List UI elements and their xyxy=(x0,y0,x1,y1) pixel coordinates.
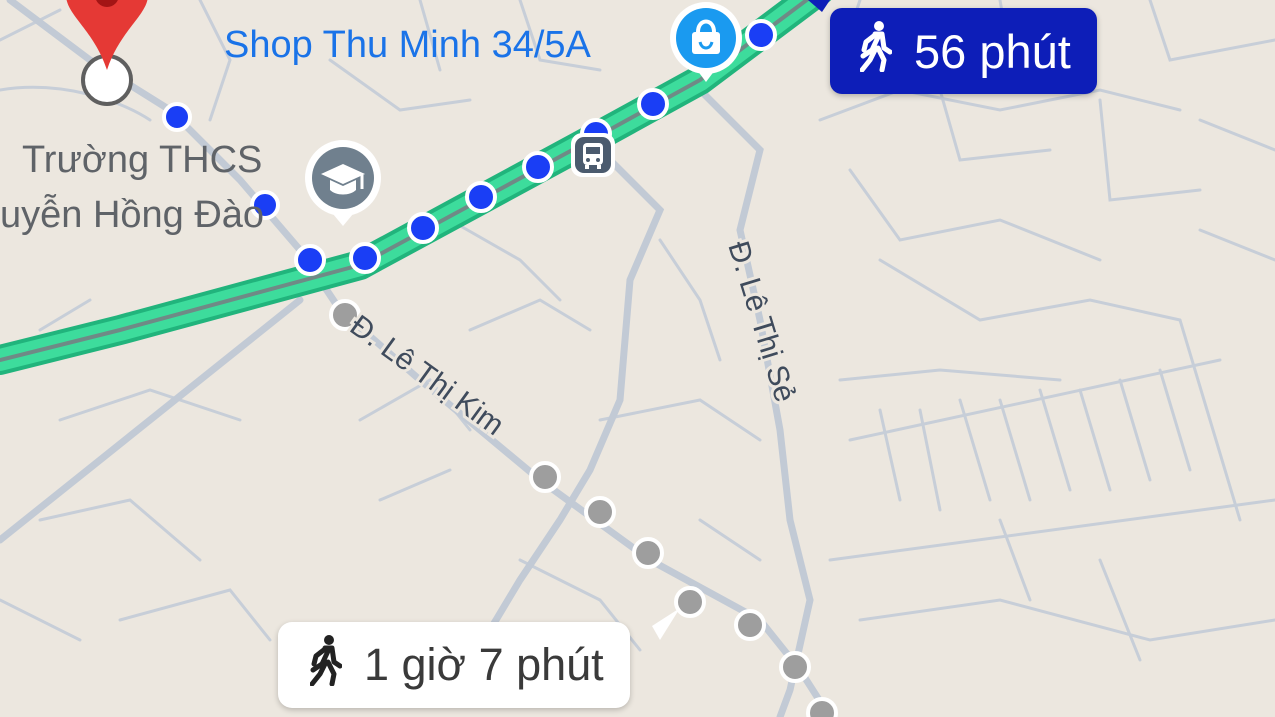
school-label-line1[interactable]: Trường THCS xyxy=(22,139,262,181)
route-dot xyxy=(407,212,439,244)
route-dot xyxy=(465,181,497,213)
map-canvas[interactable]: Đ. Lê Thị Kim Đ. Lê Thị Sẻ xyxy=(0,0,1275,717)
walking-person-icon xyxy=(309,634,343,697)
alternative-route-duration-chip[interactable]: 1 giờ 7 phút xyxy=(278,622,630,708)
route-dot xyxy=(349,242,381,274)
alt-route-dot xyxy=(529,461,561,493)
route-dot xyxy=(294,244,326,276)
primary-route-duration: 56 phút xyxy=(914,24,1071,78)
shop-label[interactable]: Shop Thu Minh 34/5A xyxy=(224,24,591,66)
route-dot xyxy=(162,102,192,132)
school-label-line2[interactable]: uyễn Hồng Đào xyxy=(0,194,264,236)
route-dot xyxy=(745,19,777,51)
alt-route-dot xyxy=(734,609,766,641)
alt-route-dot xyxy=(779,651,811,683)
alt-route-dot xyxy=(674,586,706,618)
bus-stop-marker[interactable] xyxy=(571,133,615,177)
alt-route-dot xyxy=(806,697,838,717)
alt-route-dot xyxy=(632,537,664,569)
route-dot xyxy=(637,88,669,120)
walking-person-icon xyxy=(859,20,893,83)
route-dot xyxy=(522,151,554,183)
alternative-route-duration: 1 giờ 7 phút xyxy=(364,639,604,690)
primary-route-duration-chip[interactable]: 56 phút xyxy=(830,8,1097,94)
alt-route-dot xyxy=(584,496,616,528)
